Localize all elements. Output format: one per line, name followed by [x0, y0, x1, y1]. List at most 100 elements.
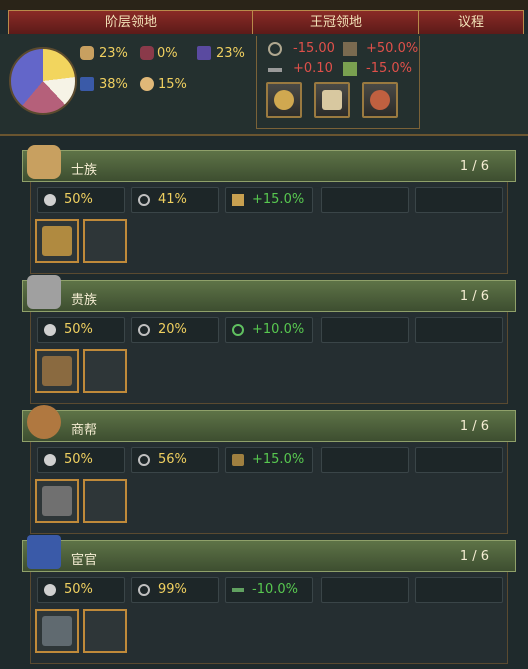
crown-stat-value: +50.0%	[366, 41, 419, 56]
privilege-icon	[42, 226, 72, 256]
loyalty-value: 50%	[64, 322, 93, 337]
crown-stat-value: -15.00	[293, 41, 335, 56]
eunuch-scroll-icon	[80, 77, 94, 91]
estate-block: 宦官 1 / 6 50% 99% -10.0%	[22, 535, 516, 664]
empty-cell	[321, 187, 409, 213]
estate-block: 贵族 1 / 6 50% 20% +10.0%	[22, 275, 516, 404]
estate-privilege-count: 1 / 6	[459, 549, 489, 564]
estate-body: 50% 99% -10.0%	[30, 572, 508, 664]
bonus-value: +10.0%	[252, 322, 305, 337]
heart-icon	[44, 324, 56, 336]
empty-cell	[321, 577, 409, 603]
merchant-hat-icon	[197, 46, 211, 60]
chain-icon	[268, 42, 282, 56]
decree-button[interactable]	[314, 82, 350, 118]
estate-body: 50% 56% +15.0%	[30, 442, 508, 534]
influence-cell[interactable]: 56%	[131, 447, 219, 473]
estate-header-bar[interactable]: 商帮 1 / 6	[22, 405, 516, 442]
influence-value: 41%	[158, 192, 187, 207]
influence-icon	[138, 194, 150, 206]
estate-header-bar[interactable]: 士族 1 / 6	[22, 145, 516, 182]
influence-value: 56%	[158, 452, 187, 467]
empty-privilege-slot[interactable]	[83, 349, 127, 393]
noble-armor-icon	[27, 275, 61, 309]
empty-cell	[415, 577, 503, 603]
heart-icon	[44, 194, 56, 206]
loyalty-cell[interactable]: 50%	[37, 577, 125, 603]
bonus-cell[interactable]: +10.0%	[225, 317, 313, 343]
sword-icon	[268, 68, 282, 72]
merchant-hat-icon	[27, 405, 61, 439]
influence-icon	[138, 324, 150, 336]
empty-privilege-slot[interactable]	[83, 609, 127, 653]
bonus-icon	[232, 194, 244, 206]
money-bag-icon	[274, 90, 294, 110]
loyalty-cell[interactable]: 50%	[37, 187, 125, 213]
bonus-value: -10.0%	[252, 582, 298, 597]
bonus-value: +15.0%	[252, 452, 305, 467]
land-share-pie-chart[interactable]	[9, 47, 77, 115]
bonus-icon	[232, 324, 244, 336]
privilege-icon	[42, 356, 72, 386]
influence-cell[interactable]: 20%	[131, 317, 219, 343]
estate-header-bar[interactable]: 宦官 1 / 6	[22, 535, 516, 572]
privilege-icon	[42, 486, 72, 516]
estate-name: 贵族	[71, 293, 98, 308]
bonus-icon	[232, 454, 244, 466]
loyalty-value: 50%	[64, 582, 93, 597]
crown-stat-value: +0.10	[293, 61, 333, 76]
land-share-value: 23%	[216, 46, 245, 61]
estate-block: 士族 1 / 6 50% 41% +15.0%	[22, 145, 516, 274]
money-bag-button[interactable]	[266, 82, 302, 118]
empty-cell	[321, 317, 409, 343]
sword-grant-button[interactable]	[362, 82, 398, 118]
bonus-icon	[232, 588, 244, 592]
land-share-value: 0%	[157, 46, 178, 61]
privilege-slot[interactable]	[35, 219, 79, 263]
prayer-hands-icon	[80, 46, 94, 60]
bonus-cell[interactable]: +15.0%	[225, 447, 313, 473]
estate-body: 50% 41% +15.0%	[30, 182, 508, 274]
estate-block: 商帮 1 / 6 50% 56% +15.0%	[22, 405, 516, 534]
tab-parliament[interactable]: 议程	[418, 10, 524, 36]
loyalty-value: 50%	[64, 192, 93, 207]
crown-stat-value: -15.0%	[366, 61, 412, 76]
empty-privilege-slot[interactable]	[83, 219, 127, 263]
land-share-value: 15%	[158, 77, 187, 92]
goods-icon	[343, 42, 357, 56]
loyalty-cell[interactable]: 50%	[37, 317, 125, 343]
loyalty-value: 50%	[64, 452, 93, 467]
estate-name: 士族	[71, 163, 98, 178]
land-share-value: 23%	[99, 46, 128, 61]
bonus-cell[interactable]: +15.0%	[225, 187, 313, 213]
noble-armor-icon	[140, 46, 154, 60]
influence-cell[interactable]: 41%	[131, 187, 219, 213]
bonus-cell[interactable]: -10.0%	[225, 577, 313, 603]
estate-body: 50% 20% +10.0%	[30, 312, 508, 404]
scholar-hands-icon	[27, 145, 61, 179]
tab-estate-land[interactable]: 阶层领地	[8, 10, 254, 36]
sword-grant-icon	[370, 90, 390, 110]
empty-cell	[415, 317, 503, 343]
privilege-icon	[42, 616, 72, 646]
privilege-slot[interactable]	[35, 609, 79, 653]
trade-icon	[343, 62, 357, 76]
influence-icon	[138, 454, 150, 466]
decree-scroll-icon	[322, 90, 342, 110]
bonus-value: +15.0%	[252, 192, 305, 207]
empty-privilege-slot[interactable]	[83, 479, 127, 523]
influence-value: 99%	[158, 582, 187, 597]
influence-icon	[138, 584, 150, 596]
top-strip	[0, 0, 528, 10]
estate-header-bar[interactable]: 贵族 1 / 6	[22, 275, 516, 312]
influence-cell[interactable]: 99%	[131, 577, 219, 603]
privilege-slot[interactable]	[35, 349, 79, 393]
empty-cell	[321, 447, 409, 473]
privilege-slot[interactable]	[35, 479, 79, 523]
heart-icon	[44, 584, 56, 596]
loyalty-cell[interactable]: 50%	[37, 447, 125, 473]
tab-crown-land[interactable]: 王冠领地	[252, 10, 420, 36]
empty-cell	[415, 187, 503, 213]
estate-name: 商帮	[71, 423, 98, 438]
heart-icon	[44, 454, 56, 466]
